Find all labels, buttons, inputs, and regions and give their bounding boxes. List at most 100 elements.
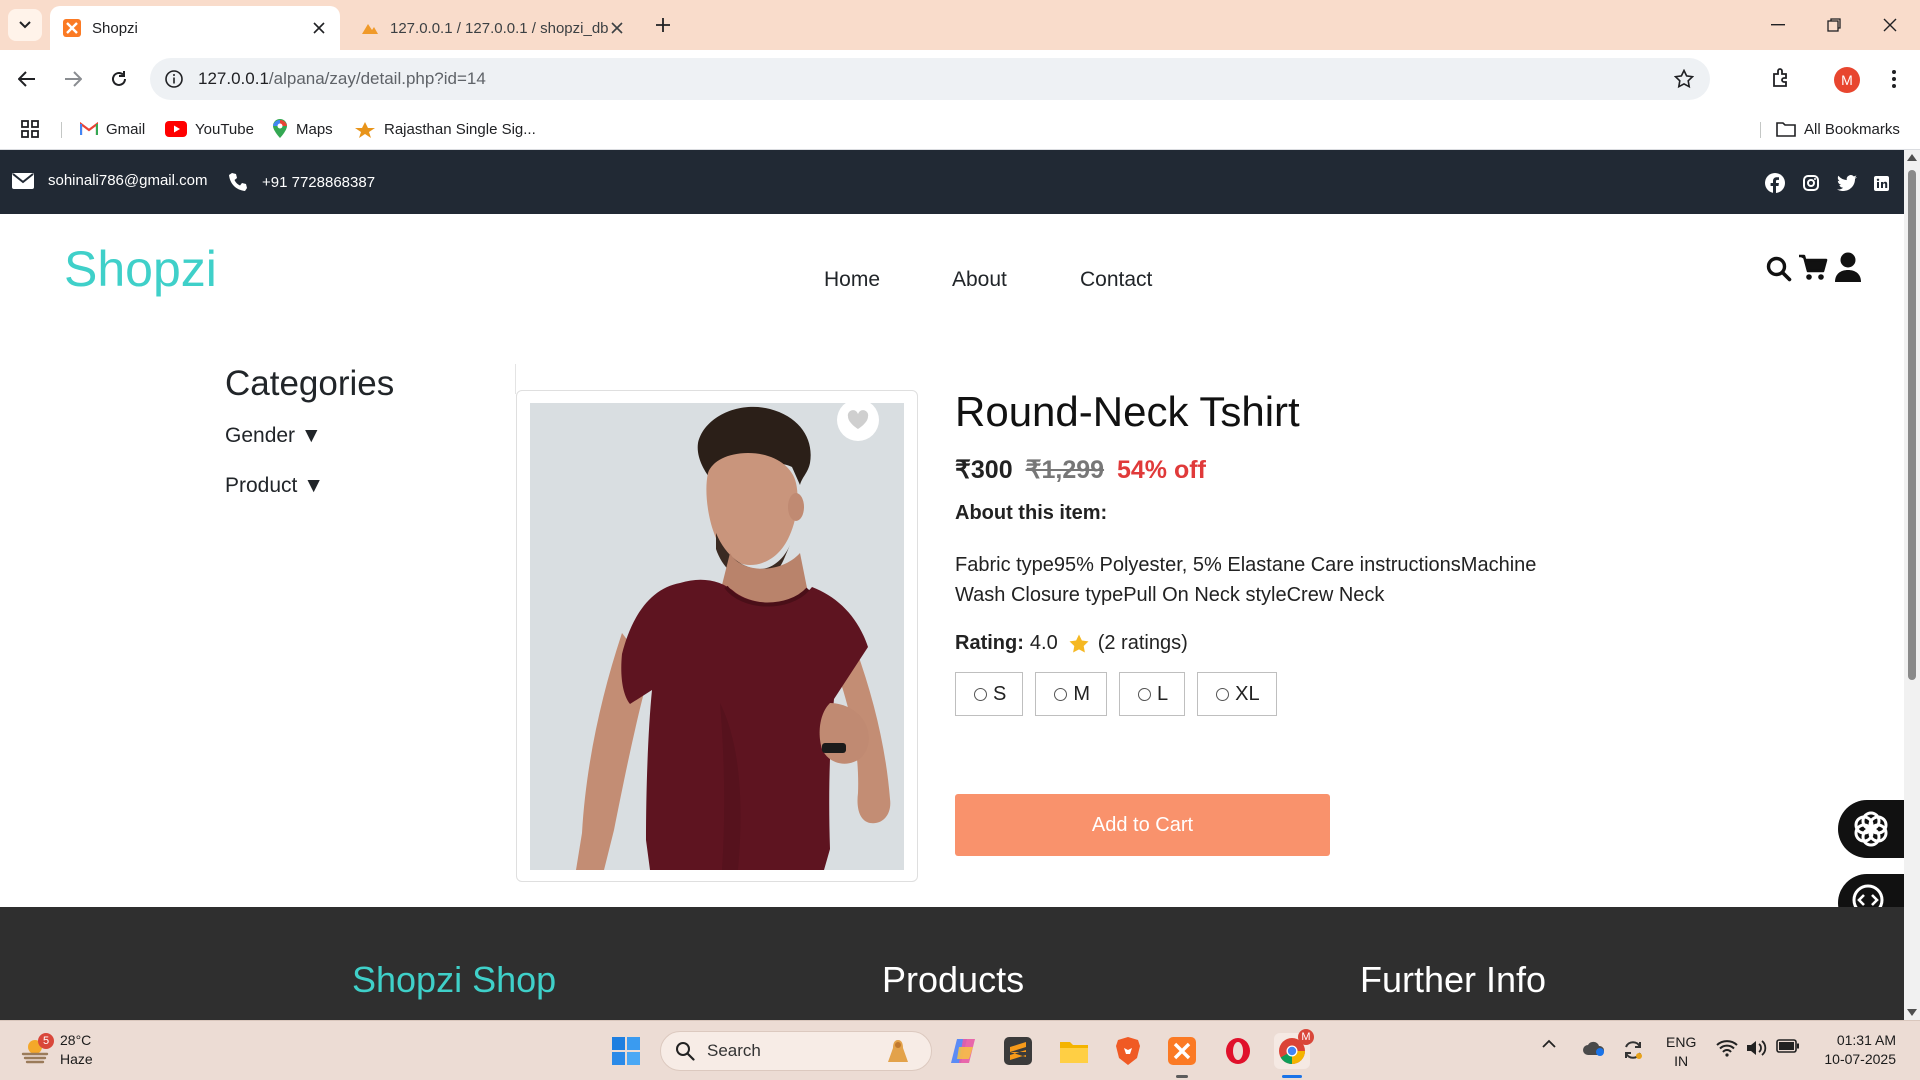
minimize-button[interactable] — [1758, 10, 1798, 40]
radio-button[interactable] — [974, 687, 987, 701]
site-footer: Shopzi Shop Products Further Info — [0, 907, 1904, 1020]
close-tab-icon[interactable] — [310, 19, 328, 37]
chrome-icon[interactable]: M — [1274, 1029, 1314, 1069]
weather-text: 28°C Haze — [60, 1031, 93, 1069]
opera-icon[interactable] — [1220, 1033, 1256, 1069]
phpmyadmin-favicon-icon — [360, 18, 380, 38]
file-explorer-icon[interactable] — [1056, 1033, 1092, 1069]
sublime-text-icon[interactable] — [1000, 1033, 1036, 1069]
nav-contact[interactable]: Contact — [1080, 268, 1152, 292]
volume-icon[interactable] — [1746, 1039, 1768, 1057]
battery-icon[interactable] — [1776, 1039, 1800, 1053]
onedrive-icon[interactable] — [1582, 1039, 1606, 1057]
forward-button[interactable] — [58, 64, 88, 94]
scroll-down-arrow[interactable] — [1907, 1009, 1917, 1016]
bookmark-label: Maps — [296, 120, 333, 138]
brave-browser-icon[interactable] — [1110, 1033, 1146, 1069]
size-option-m[interactable]: M — [1035, 672, 1108, 716]
browser-menu-icon[interactable] — [1882, 65, 1906, 93]
tab-title: Shopzi — [92, 19, 138, 37]
copilot-icon[interactable] — [946, 1033, 982, 1069]
wifi-icon[interactable] — [1716, 1039, 1738, 1057]
ai-assistant-fab[interactable] — [1838, 800, 1904, 858]
size-option-l[interactable]: L — [1119, 672, 1186, 716]
product-description: Fabric type95% Polyester, 5% Elastane Ca… — [955, 554, 1537, 606]
close-window-button[interactable] — [1870, 10, 1910, 40]
user-account-icon[interactable] — [1834, 252, 1862, 282]
search-placeholder: Search — [707, 1041, 761, 1060]
tab-search-button[interactable] — [8, 9, 42, 41]
language-code: ENG — [1666, 1034, 1697, 1050]
bookmark-maps[interactable]: Maps — [272, 116, 333, 142]
rating-count: (2 ratings) — [1097, 632, 1188, 654]
all-bookmarks-button[interactable]: All Bookmarks — [1776, 116, 1900, 142]
bookmark-label: Gmail — [106, 120, 146, 138]
bookmark-youtube[interactable]: YouTube — [165, 116, 254, 142]
page-viewport: sohinali786@gmail.com +91 7728868387 Sho… — [0, 150, 1904, 1020]
bookmark-star-icon[interactable] — [1673, 68, 1695, 94]
phone-contact[interactable]: +91 7728868387 — [228, 172, 375, 192]
radio-button[interactable] — [1054, 687, 1068, 701]
bookmarks-bar: Gmail YouTube Maps Rajasthan Single Sig.… — [0, 108, 1920, 150]
radio-button[interactable] — [1138, 687, 1152, 701]
category-product-toggle[interactable]: Product ▼ — [225, 474, 324, 498]
email-contact[interactable]: sohinali786@gmail.com — [12, 172, 207, 189]
site-logo[interactable]: Shopzi — [64, 240, 217, 298]
sale-price: ₹300 — [955, 456, 1013, 484]
weather-condition: Haze — [60, 1051, 93, 1067]
facebook-icon[interactable] — [1764, 172, 1786, 194]
search-icon[interactable] — [1766, 256, 1792, 282]
category-gender-toggle[interactable]: Gender ▼ — [225, 424, 322, 448]
scroll-up-arrow[interactable] — [1907, 154, 1917, 161]
tab-phpmyadmin[interactable]: 127.0.0.1 / 127.0.0.1 / shopzi_db — [348, 6, 638, 50]
cart-icon[interactable] — [1798, 254, 1828, 282]
language-indicator[interactable]: ENG IN — [1666, 1033, 1696, 1071]
size-option-xl[interactable]: XL — [1197, 672, 1277, 716]
taskbar-clock[interactable]: 01:31 AM 10-07-2025 — [1816, 1031, 1896, 1069]
page-scrollbar[interactable] — [1904, 150, 1920, 1020]
price-row: ₹300 ₹1,299 54% off — [955, 455, 1206, 485]
back-button[interactable] — [12, 64, 42, 94]
twitter-icon[interactable] — [1836, 172, 1858, 194]
tab-title: 127.0.0.1 / 127.0.0.1 / shopzi_db — [390, 19, 608, 37]
bookmark-rajasthan-sso[interactable]: Rajasthan Single Sig... — [354, 116, 536, 142]
taskbar-search[interactable]: Search — [660, 1031, 932, 1071]
xampp-favicon-icon — [62, 18, 82, 38]
nav-home[interactable]: Home — [824, 268, 880, 292]
bookmark-gmail[interactable]: Gmail — [80, 116, 145, 142]
address-bar[interactable]: 127.0.0.1/alpana/zay/detail.php?id=14 — [150, 58, 1710, 100]
size-option-s[interactable]: S — [955, 672, 1024, 716]
xampp-icon[interactable] — [1164, 1033, 1200, 1069]
product-image-card — [516, 390, 918, 882]
bookmark-label: YouTube — [195, 120, 254, 138]
tab-shopzi[interactable]: Shopzi — [50, 6, 340, 50]
reload-button[interactable] — [104, 64, 134, 94]
extensions-icon[interactable] — [1766, 63, 1796, 93]
site-info-icon[interactable] — [164, 69, 184, 89]
instagram-icon[interactable] — [1800, 172, 1822, 194]
add-to-cart-button[interactable]: Add to Cart — [955, 794, 1330, 856]
wishlist-heart-button[interactable] — [837, 399, 879, 441]
close-tab-icon[interactable] — [608, 19, 626, 37]
heart-icon — [847, 410, 869, 429]
weather-alert-badge: 5 — [38, 1033, 54, 1049]
url-text[interactable]: 127.0.0.1/alpana/zay/detail.php?id=14 — [198, 69, 486, 89]
sync-icon[interactable] — [1622, 1039, 1644, 1061]
profile-avatar[interactable]: M — [1834, 67, 1860, 93]
clock-time: 01:31 AM — [1836, 1032, 1896, 1048]
radio-button[interactable] — [1216, 687, 1230, 701]
new-tab-button[interactable] — [650, 12, 676, 38]
phone-text: +91 7728868387 — [262, 173, 376, 191]
temperature: 28°C — [60, 1032, 92, 1048]
scroll-thumb[interactable] — [1908, 170, 1916, 680]
windows-start-icon[interactable] — [608, 1033, 644, 1069]
linkedin-icon[interactable] — [1870, 172, 1892, 194]
region-code: IN — [1674, 1053, 1689, 1069]
weather-widget[interactable]: 5 28°C Haze — [20, 1031, 93, 1069]
restore-button[interactable] — [1814, 10, 1854, 40]
show-hidden-icons-chevron-icon[interactable] — [1542, 1039, 1556, 1049]
size-selector: S M L XL — [955, 672, 1289, 716]
apps-grid-icon[interactable] — [20, 116, 40, 142]
nav-about[interactable]: About — [952, 268, 1007, 292]
search-highlight-icon — [888, 1040, 908, 1062]
